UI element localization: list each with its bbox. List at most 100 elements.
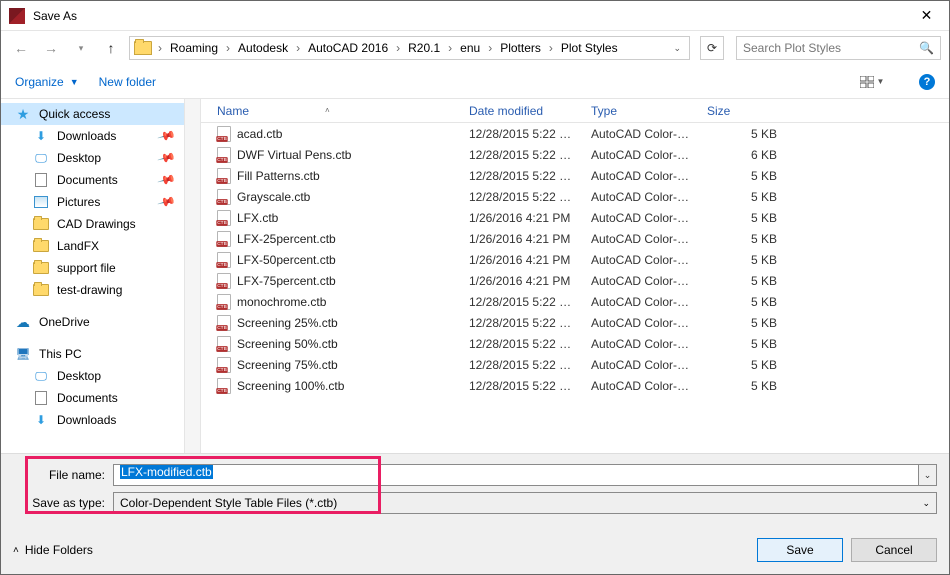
cloud-icon: ☁	[15, 314, 31, 330]
new-folder-button[interactable]: New folder	[99, 75, 156, 89]
breadcrumb-segment[interactable]: Roaming	[164, 37, 224, 59]
sidebar-item[interactable]: LandFX	[1, 235, 184, 257]
file-row[interactable]: LFX.ctb1/26/2016 4:21 PMAutoCAD Color-d.…	[201, 207, 949, 228]
up-button[interactable]: ↑	[99, 36, 123, 60]
sidebar-item[interactable]: Documents📌	[1, 169, 184, 191]
column-date[interactable]: Date modified	[461, 104, 583, 118]
file-row[interactable]: Grayscale.ctb12/28/2015 5:22 PMAutoCAD C…	[201, 186, 949, 207]
file-row[interactable]: DWF Virtual Pens.ctb12/28/2015 5:22 PMAu…	[201, 144, 949, 165]
toolbar: Organize ▼ New folder ▼ ?	[1, 65, 949, 99]
sidebar-item[interactable]: test-drawing	[1, 279, 184, 301]
breadcrumb-sep: ›	[394, 41, 402, 55]
breadcrumb-segment[interactable]: enu	[454, 37, 486, 59]
close-button[interactable]: ✕	[904, 1, 949, 31]
file-size-cell: 5 KB	[699, 274, 785, 288]
column-headers: Name ˄ Date modified Type Size	[201, 99, 949, 123]
file-row[interactable]: Screening 100%.ctb12/28/2015 5:22 PMAuto…	[201, 375, 949, 396]
folder-icon	[33, 282, 49, 298]
bottom-panel: File name: LFX-modified.ctb ⌄ Save as ty…	[1, 453, 949, 528]
breadcrumb-segment[interactable]: AutoCAD 2016	[302, 37, 394, 59]
ctb-file-icon	[217, 294, 231, 310]
tree-gutter	[185, 99, 201, 453]
breadcrumb-segment[interactable]: Plot Styles	[555, 37, 624, 59]
ctb-file-icon	[217, 252, 231, 268]
sidebar-item[interactable]: CAD Drawings	[1, 213, 184, 235]
file-name-dropdown[interactable]: ⌄	[919, 464, 937, 486]
ctb-file-icon	[217, 147, 231, 163]
sidebar-item-label: Downloads	[57, 129, 116, 143]
sidebar-item[interactable]: Pictures📌	[1, 191, 184, 213]
breadcrumb-expand-icon[interactable]: ⌄	[673, 43, 681, 54]
file-name-label: File name:	[13, 468, 113, 482]
file-size-cell: 5 KB	[699, 295, 785, 309]
search-input[interactable]: Search Plot Styles 🔍	[736, 36, 941, 60]
breadcrumb-sep: ›	[547, 41, 555, 55]
folder-icon	[33, 260, 49, 276]
file-size-cell: 5 KB	[699, 379, 785, 393]
file-row[interactable]: Screening 75%.ctb12/28/2015 5:22 PMAutoC…	[201, 354, 949, 375]
ctb-file-icon	[217, 231, 231, 247]
help-icon[interactable]: ?	[919, 74, 935, 90]
back-button[interactable]: ←	[9, 36, 33, 60]
desktop-icon: 🖵	[33, 368, 49, 384]
file-name-input[interactable]: LFX-modified.ctb	[113, 464, 919, 486]
sidebar-item-label: Downloads	[57, 413, 116, 427]
breadcrumb-segment[interactable]: Autodesk	[232, 37, 294, 59]
file-row[interactable]: Screening 25%.ctb12/28/2015 5:22 PMAutoC…	[201, 312, 949, 333]
search-icon: 🔍	[919, 41, 934, 55]
save-type-combo[interactable]: Color-Dependent Style Table Files (*.ctb…	[113, 492, 937, 514]
hide-folders-toggle[interactable]: ˄ Hide Folders	[13, 543, 93, 557]
sidebar-item-label: Documents	[57, 391, 118, 405]
file-type-cell: AutoCAD Color-d...	[583, 316, 699, 330]
save-button[interactable]: Save	[757, 538, 843, 562]
body: ★ Quick access ⬇Downloads📌🖵Desktop📌Docum…	[1, 99, 949, 453]
sidebar-item[interactable]: Documents	[1, 387, 184, 409]
folder-icon	[33, 238, 49, 254]
breadcrumb-sep: ›	[224, 41, 232, 55]
sidebar-this-pc[interactable]: 🖥 This PC	[1, 343, 184, 365]
file-row[interactable]: Screening 50%.ctb12/28/2015 5:22 PMAutoC…	[201, 333, 949, 354]
sidebar-quick-access[interactable]: ★ Quick access	[1, 103, 184, 125]
file-type-cell: AutoCAD Color-d...	[583, 274, 699, 288]
ctb-file-icon	[217, 168, 231, 184]
file-size-cell: 6 KB	[699, 148, 785, 162]
column-size[interactable]: Size	[699, 104, 785, 118]
breadcrumb-segment[interactable]: Plotters	[494, 37, 547, 59]
recent-locations-button[interactable]: ▾	[69, 36, 93, 60]
sidebar-item[interactable]: ⬇ Downloads	[1, 409, 184, 431]
file-row[interactable]: LFX-25percent.ctb1/26/2016 4:21 PMAutoCA…	[201, 228, 949, 249]
column-name[interactable]: Name ˄	[209, 104, 461, 118]
sidebar-item[interactable]: support file	[1, 257, 184, 279]
sidebar[interactable]: ★ Quick access ⬇Downloads📌🖵Desktop📌Docum…	[1, 99, 185, 453]
file-row[interactable]: LFX-50percent.ctb1/26/2016 4:21 PMAutoCA…	[201, 249, 949, 270]
breadcrumb[interactable]: › Roaming›Autodesk›AutoCAD 2016›R20.1›en…	[129, 36, 690, 60]
file-rows[interactable]: acad.ctb12/28/2015 5:22 PMAutoCAD Color-…	[201, 123, 949, 453]
view-options-button[interactable]: ▼	[855, 71, 889, 93]
sidebar-item[interactable]: 🖵Desktop📌	[1, 147, 184, 169]
column-type[interactable]: Type	[583, 104, 699, 118]
hide-folders-label: Hide Folders	[25, 543, 93, 557]
sidebar-item[interactable]: 🖵Desktop	[1, 365, 184, 387]
file-row[interactable]: Fill Patterns.ctb12/28/2015 5:22 PMAutoC…	[201, 165, 949, 186]
file-type-cell: AutoCAD Color-d...	[583, 358, 699, 372]
organize-menu[interactable]: Organize ▼	[15, 75, 79, 89]
file-size-cell: 5 KB	[699, 253, 785, 267]
new-folder-label: New folder	[99, 75, 156, 89]
file-row[interactable]: acad.ctb12/28/2015 5:22 PMAutoCAD Color-…	[201, 123, 949, 144]
pin-icon: 📌	[157, 148, 177, 168]
nav-row: ← → ▾ ↑ › Roaming›Autodesk›AutoCAD 2016›…	[1, 31, 949, 65]
organize-label: Organize	[15, 75, 64, 89]
cancel-button[interactable]: Cancel	[851, 538, 937, 562]
file-name-cell: Fill Patterns.ctb	[209, 168, 461, 184]
breadcrumb-segment[interactable]: R20.1	[402, 37, 446, 59]
save-type-label: Save as type:	[13, 496, 113, 510]
chevron-down-icon: ▼	[70, 77, 79, 87]
sidebar-item[interactable]: ⬇Downloads📌	[1, 125, 184, 147]
refresh-button[interactable]: ⟳	[700, 36, 724, 60]
download-icon: ⬇	[33, 412, 49, 428]
file-date-cell: 1/26/2016 4:21 PM	[461, 274, 583, 288]
file-row[interactable]: LFX-75percent.ctb1/26/2016 4:21 PMAutoCA…	[201, 270, 949, 291]
action-row: ˄ Hide Folders Save Cancel	[1, 528, 949, 574]
sidebar-onedrive[interactable]: ☁ OneDrive	[1, 311, 184, 333]
file-row[interactable]: monochrome.ctb12/28/2015 5:22 PMAutoCAD …	[201, 291, 949, 312]
